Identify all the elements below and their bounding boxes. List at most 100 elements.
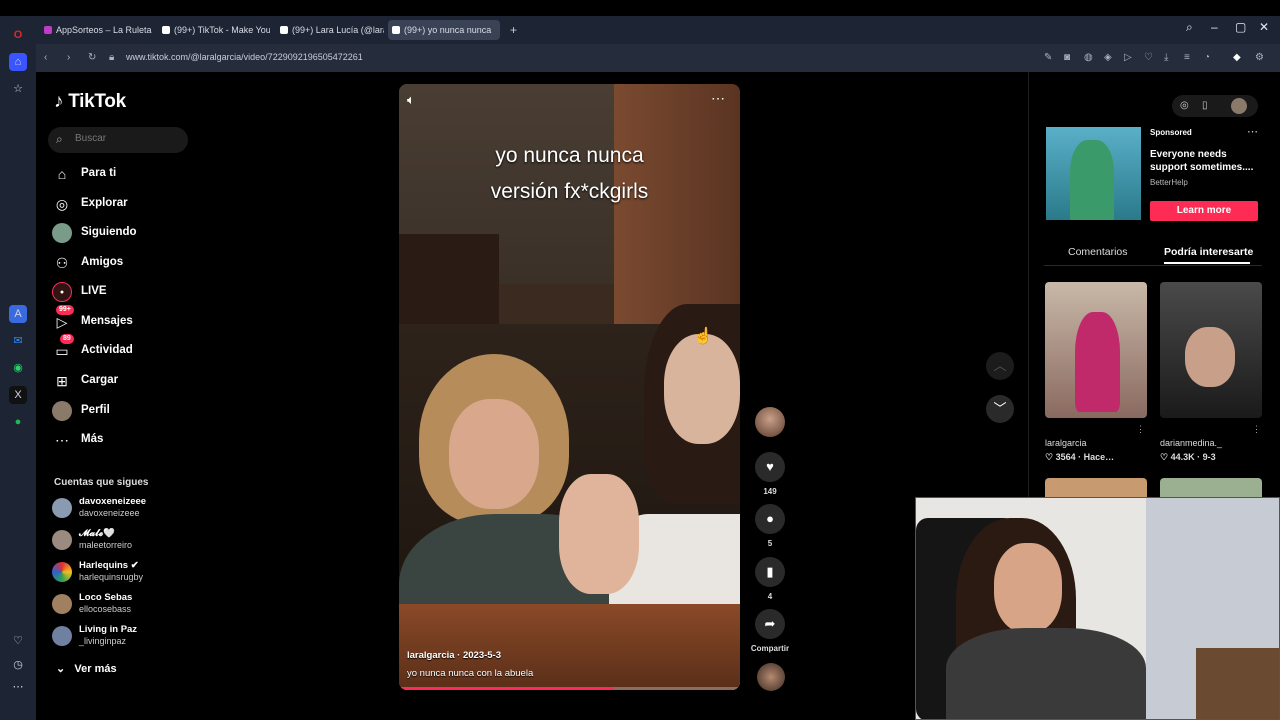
site-favicon-icon: [44, 26, 52, 34]
video-thumbnail[interactable]: [1045, 478, 1147, 498]
maximize-icon[interactable]: ▢: [1235, 20, 1246, 34]
video-scene: [559, 474, 639, 594]
nav-mas[interactable]: ⋯ Más: [52, 429, 192, 451]
video-caption-line: yo nunca nunca: [495, 144, 644, 167]
bookmark-icon[interactable]: ☆: [9, 80, 27, 98]
nav-siguiendo[interactable]: Siguiendo: [52, 222, 192, 244]
tab-interest[interactable]: Podría interesarte: [1164, 246, 1253, 258]
more-options-icon[interactable]: ⋮: [1136, 424, 1145, 435]
nav-perfil[interactable]: Perfil: [52, 400, 192, 422]
nav-live[interactable]: ● LIVE: [52, 281, 192, 303]
play-icon[interactable]: ▷: [1124, 52, 1132, 63]
home-icon[interactable]: ⌂: [9, 53, 27, 71]
following-account[interactable]: Loco Sebas ellocosebass: [52, 590, 202, 618]
extension-icon[interactable]: ◍: [1084, 52, 1093, 63]
settings-icon[interactable]: ⚙: [1255, 52, 1264, 63]
reload-icon[interactable]: ↻: [88, 52, 96, 63]
nav-para-ti[interactable]: ⌂ Para ti: [52, 163, 192, 185]
opera-logo-icon[interactable]: O: [9, 26, 27, 44]
video-progress-bar[interactable]: [399, 687, 740, 690]
thumbnail-author[interactable]: laralgarcia: [1045, 438, 1087, 448]
following-account[interactable]: davoxeneizeee davoxeneizeee: [52, 494, 202, 522]
chevron-down-icon: ﹀: [993, 401, 1007, 416]
following-account[interactable]: 𝓜𝓪𝓵𝓮🤍 maleetorreiro: [52, 526, 202, 554]
profile-avatar-icon[interactable]: [1231, 98, 1247, 114]
more-options-icon[interactable]: ⋯: [711, 90, 726, 107]
more-options-icon[interactable]: ⋮: [1252, 424, 1261, 435]
menu-icon[interactable]: ≡: [1184, 52, 1190, 63]
nav-label: Amigos: [81, 256, 124, 268]
x-icon[interactable]: X: [9, 386, 27, 404]
aria-icon[interactable]: A: [9, 305, 27, 323]
messenger-icon[interactable]: ✉: [9, 332, 27, 350]
more-icon[interactable]: ⋯: [9, 678, 27, 696]
ad-image: [1070, 140, 1114, 220]
vpn-icon[interactable]: ◈: [1104, 52, 1112, 63]
video-thumbnail[interactable]: [1160, 478, 1262, 498]
nav-cargar[interactable]: ⊞ Cargar: [52, 370, 192, 392]
nav-explorar[interactable]: ◎ Explorar: [52, 193, 192, 215]
comment-count: 5: [767, 539, 773, 548]
live-icon: ●: [52, 282, 72, 302]
video-scene: [664, 334, 740, 444]
nav-actividad[interactable]: ▭ 89 Actividad: [52, 334, 192, 362]
search-input[interactable]: Buscar: [75, 133, 106, 144]
nav-label: LIVE: [81, 285, 107, 297]
ad-more-icon[interactable]: ⋯: [1247, 125, 1258, 138]
following-account[interactable]: Living in Paz _livinginpaz: [52, 622, 202, 650]
back-icon[interactable]: ‹: [44, 52, 47, 63]
thumbnail-author[interactable]: darianmedina._: [1160, 438, 1222, 448]
chevron-up-icon: ︿: [993, 358, 1007, 373]
compass-icon[interactable]: ◎: [1180, 100, 1189, 111]
forward-icon[interactable]: ›: [67, 52, 70, 63]
download-icon[interactable]: ⤓: [1164, 52, 1168, 63]
upload-icon: ⊞: [56, 373, 68, 389]
heart-icon[interactable]: ♡: [1144, 52, 1153, 63]
next-video-button[interactable]: ﹀: [986, 395, 1014, 423]
tab-tiktok-home[interactable]: (99+) TikTok - Make Your D: [158, 20, 270, 40]
tab-appsorteos[interactable]: AppSorteos – La Ruleta de: [40, 20, 152, 40]
minimize-icon[interactable]: –: [1211, 20, 1218, 34]
url-field[interactable]: www.tiktok.com/@laralgarcia/video/722909…: [126, 52, 363, 62]
video-thumbnail[interactable]: [1160, 282, 1262, 418]
close-icon[interactable]: ✕: [1259, 20, 1269, 34]
nav-mensajes[interactable]: ▷ 99+ Mensajes: [52, 305, 192, 333]
history-icon[interactable]: ◷: [9, 656, 27, 674]
search-box[interactable]: [48, 127, 188, 153]
tiktok-logo[interactable]: ♪ TikTok: [54, 91, 126, 113]
comment-button[interactable]: ● 5: [754, 504, 786, 548]
tab-label: AppSorteos – La Ruleta de: [56, 25, 152, 35]
like-button[interactable]: ♥ 149: [754, 452, 786, 496]
video-caption-line: versión fx*ckgirls: [490, 180, 649, 203]
search-tabs-icon[interactable]: ⌕: [1186, 20, 1193, 35]
video-scene: [449, 399, 539, 509]
video-progress-fill: [399, 687, 614, 690]
wallet-icon[interactable]: ◆: [1233, 52, 1241, 63]
following-account[interactable]: Harlequins ✔ harlequinsrugby: [52, 558, 202, 586]
video-author-date[interactable]: laralgarcia · 2023-5-3: [407, 650, 501, 661]
share-button[interactable]: ➦ Compartir: [750, 609, 790, 653]
heart-icon[interactable]: ♡: [9, 632, 27, 650]
edit-icon[interactable]: ✎: [1044, 52, 1052, 63]
nav-amigos[interactable]: ⚇ Amigos: [52, 252, 192, 274]
music-disc-icon[interactable]: [757, 663, 785, 691]
account-icon[interactable]: ◔: [1204, 52, 1210, 63]
new-tab-icon[interactable]: +: [510, 23, 517, 37]
tab-comments[interactable]: Comentarios: [1068, 246, 1128, 258]
volume-icon[interactable]: 🔈︎: [407, 92, 415, 108]
camera-icon[interactable]: ◙: [1064, 52, 1070, 63]
ad-brand: BetterHelp: [1150, 178, 1188, 187]
video-thumbnail[interactable]: [1045, 282, 1147, 418]
author-avatar[interactable]: [755, 407, 785, 437]
see-more-button[interactable]: ⌄ Ver más: [56, 662, 117, 675]
tab-lara-profile[interactable]: (99+) Lara Lucía (@laralga: [276, 20, 384, 40]
save-button[interactable]: ▮ 4: [754, 557, 786, 601]
spotify-icon[interactable]: ●: [9, 413, 27, 431]
whatsapp-icon[interactable]: ◉: [9, 359, 27, 377]
device-icon[interactable]: ▯: [1202, 100, 1208, 111]
learn-more-button[interactable]: Learn more: [1150, 201, 1258, 221]
previous-video-button[interactable]: ︿: [986, 352, 1014, 380]
messages-icon: ▷: [56, 314, 68, 330]
video-player[interactable]: yo nunca nunca versión fx*ckgirls 🔈︎ ⋯ l…: [399, 84, 740, 690]
tab-yo-nunca-nunca[interactable]: (99+) yo nunca nunca: [388, 20, 500, 40]
